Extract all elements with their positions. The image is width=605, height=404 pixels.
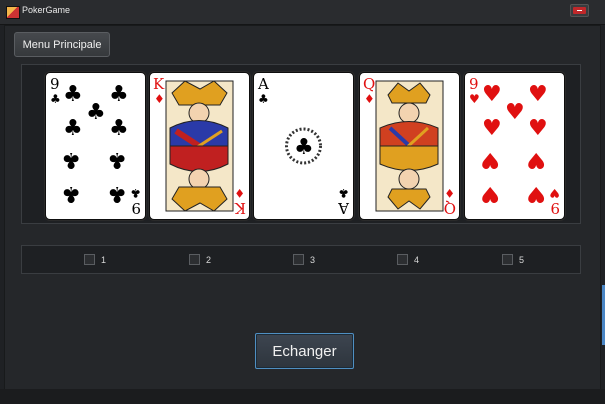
card-5-rank-bottom: 9: [550, 199, 560, 217]
status-strip: [0, 389, 605, 404]
exchange-button[interactable]: Echanger: [255, 333, 354, 369]
card-checkbox-1[interactable]: 1: [84, 254, 106, 265]
app-icon: [6, 6, 20, 19]
card-checkbox-2[interactable]: 2: [189, 254, 211, 265]
card-1-suit: ♣: [50, 92, 61, 106]
checkbox-label: 4: [414, 254, 420, 265]
svg-text:♥: ♥: [526, 181, 546, 206]
svg-text:♣: ♣: [107, 147, 127, 172]
card-3-center-suit: ♣: [294, 135, 314, 160]
king-figure-icon: [165, 80, 234, 212]
card-checkbox-4[interactable]: 4: [397, 254, 419, 265]
title-bar: PokerGame: [0, 0, 605, 25]
svg-text:♣: ♣: [63, 116, 83, 141]
svg-text:♣: ♣: [109, 82, 129, 107]
svg-text:♥: ♥: [480, 181, 500, 206]
card-1-pips: ♣ ♣ ♣ ♣ ♣ ♣ ♣ ♣ ♣: [61, 82, 128, 206]
card-2-rank-bottom: K: [234, 199, 246, 217]
svg-text:♣: ♣: [107, 181, 127, 206]
card-4-rank: Q: [363, 75, 375, 93]
checkbox-box[interactable]: [84, 254, 95, 265]
svg-text:♣: ♣: [63, 82, 83, 107]
window-title: PokerGame: [22, 5, 71, 15]
card-5-suit: ♥: [469, 92, 480, 106]
queen-figure-icon: [375, 80, 444, 212]
card-5-suit-bottom: ♥: [549, 186, 560, 200]
svg-text:♥: ♥: [528, 82, 548, 107]
card-4-rank-bottom: Q: [444, 199, 456, 217]
ace-wreath-icon: ♣: [285, 127, 322, 165]
svg-text:♥: ♥: [482, 116, 502, 141]
card-5-pips: ♥ ♥ ♥ ♥ ♥ ♥ ♥ ♥ ♥: [480, 82, 547, 206]
svg-text:♥: ♥: [482, 82, 502, 107]
svg-text:♥: ♥: [528, 116, 548, 141]
close-button[interactable]: [570, 4, 589, 17]
card-4[interactable]: Q ♦ Q ♦: [359, 72, 460, 220]
card-2-face: K ♦ K ♦: [153, 75, 246, 217]
card-3-face: A ♣ ♣ A ♣: [257, 75, 350, 217]
card-1-suit-bottom: ♣: [130, 186, 141, 200]
checkbox-box[interactable]: [502, 254, 513, 265]
card-1-rank-bottom: 9: [131, 199, 141, 217]
card-4-suit: ♦: [364, 92, 375, 106]
card-5[interactable]: 9 ♥ ♥ ♥ ♥ ♥ ♥ ♥ ♥ ♥ ♥ 9 ♥: [464, 72, 565, 220]
card-checkbox-5[interactable]: 5: [502, 254, 524, 265]
card-3-rank: A: [257, 75, 269, 93]
checkbox-label: 1: [101, 254, 107, 265]
card-1-rank: 9: [50, 75, 60, 93]
svg-text:♣: ♣: [86, 100, 106, 125]
svg-text:♥: ♥: [526, 147, 546, 172]
card-5-face: 9 ♥ ♥ ♥ ♥ ♥ ♥ ♥ ♥ ♥ ♥ 9 ♥: [469, 75, 560, 217]
card-checkbox-3[interactable]: 3: [293, 254, 315, 265]
checkbox-box[interactable]: [293, 254, 304, 265]
card-2-suit: ♦: [154, 92, 165, 106]
svg-text:♣: ♣: [61, 147, 81, 172]
checkbox-box[interactable]: [189, 254, 200, 265]
card-4-face: Q ♦ Q ♦: [363, 75, 456, 217]
card-3[interactable]: A ♣ ♣ A ♣: [253, 72, 354, 220]
card-4-suit-bottom: ♦: [444, 186, 455, 200]
card-2-suit-bottom: ♦: [234, 186, 245, 200]
checkbox-label: 5: [519, 254, 525, 265]
checkbox-label: 2: [206, 254, 212, 265]
svg-text:♥: ♥: [505, 100, 525, 125]
card-2-rank: K: [153, 75, 165, 93]
card-3-rank-bottom: A: [338, 199, 350, 217]
card-1[interactable]: 9 ♣ ♣ ♣ ♣ ♣ ♣ ♣ ♣ ♣ ♣ 9 ♣: [45, 72, 146, 220]
svg-text:♣: ♣: [109, 116, 129, 141]
card-5-rank: 9: [469, 75, 479, 93]
checkbox-box[interactable]: [397, 254, 408, 265]
close-icon: [573, 7, 586, 14]
card-3-suit-bottom: ♣: [338, 186, 349, 200]
card-2[interactable]: K ♦ K ♦: [149, 72, 250, 220]
svg-text:♣: ♣: [61, 181, 81, 206]
checkbox-label: 3: [310, 254, 316, 265]
card-1-face: 9 ♣ ♣ ♣ ♣ ♣ ♣ ♣ ♣ ♣ ♣ 9 ♣: [50, 75, 141, 217]
menu-principale-button[interactable]: Menu Principale: [14, 32, 110, 57]
card-3-suit: ♣: [258, 92, 269, 106]
svg-text:♥: ♥: [480, 147, 500, 172]
